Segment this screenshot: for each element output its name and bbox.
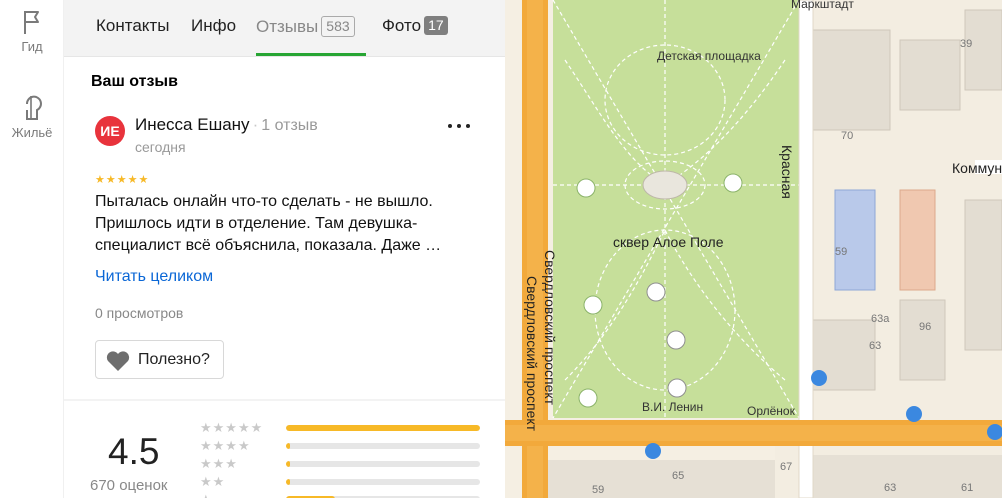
- tab-reviews[interactable]: Отзывы 583: [256, 16, 355, 37]
- house-balloon-icon: [25, 95, 42, 120]
- bus-stop-icon: [811, 370, 827, 386]
- house-number: 65: [672, 470, 685, 482]
- tab-info[interactable]: Инфо: [191, 16, 236, 36]
- rating-bar-fill: [286, 461, 290, 467]
- building: [964, 199, 1002, 351]
- rating-bar-5: [286, 425, 480, 431]
- star-row-1: ★: [200, 493, 213, 498]
- photos-count-badge: 17: [424, 16, 448, 35]
- house-number: 63: [869, 340, 882, 352]
- author-name[interactable]: Инесса Ешану: [135, 115, 250, 134]
- useful-label: Полезно?: [138, 351, 210, 368]
- rating-bar-4: [286, 443, 480, 449]
- monument-icon: [667, 378, 687, 398]
- tab-label: Контакты: [96, 16, 170, 35]
- map-view[interactable]: сквер Алое Поле Детская площадка В.И. Ле…: [505, 0, 1002, 498]
- tab-label: Отзывы: [256, 17, 319, 36]
- dot-icon: [457, 124, 461, 128]
- useful-button[interactable]: Полезно?: [95, 340, 224, 379]
- building: [804, 29, 891, 131]
- reviews-count-badge: 583: [321, 16, 355, 37]
- monument-label[interactable]: В.И. Ленин: [642, 400, 703, 414]
- dot-icon: [448, 124, 452, 128]
- dot-icon: [466, 124, 470, 128]
- orlenok-label[interactable]: Орлёнок: [747, 404, 795, 418]
- park-label[interactable]: сквер Алое Поле: [613, 234, 724, 250]
- tab-photos[interactable]: Фото 17: [382, 16, 448, 36]
- flag-icon: [24, 11, 39, 34]
- tabs-bar: Контакты Инфо Отзывы 583 Фото 17: [64, 0, 505, 57]
- krasnaya-street-label: Красная: [779, 145, 795, 199]
- bus-stop-icon: [645, 443, 661, 459]
- bus-stop-icon: [906, 406, 922, 422]
- author-reviews-count: 1 отзыв: [261, 117, 318, 134]
- star-row-5: ★★★★★: [200, 420, 264, 435]
- building: [899, 39, 961, 111]
- rating-bar-fill: [286, 479, 290, 485]
- rating-bar-3: [286, 461, 480, 467]
- rail-item-guide[interactable]: Гид: [0, 8, 64, 54]
- house-number: 67: [780, 461, 793, 473]
- my-review-card: Ваш отзыв ИЕ Инесса Ешану · 1 отзыв сегодн…: [64, 57, 505, 399]
- separator-dot: ·: [252, 115, 259, 134]
- tab-label: Инфо: [191, 16, 237, 35]
- more-options-button[interactable]: [448, 121, 472, 131]
- review-date: сегодня: [135, 139, 186, 155]
- left-rail: Гид Жильё: [0, 0, 64, 498]
- monument-icon: [666, 330, 686, 350]
- section-title: Ваш отзыв: [91, 73, 178, 90]
- read-more-link[interactable]: Читать целиком: [95, 268, 213, 286]
- fountain-plaza: [642, 170, 688, 200]
- active-tab-indicator: [256, 53, 366, 56]
- house-number: 70: [841, 130, 854, 142]
- tab-contacts[interactable]: Контакты: [96, 16, 169, 36]
- house-number: 96: [919, 321, 932, 333]
- rating-bar-2: [286, 479, 480, 485]
- star-row-4: ★★★★: [200, 438, 251, 453]
- playground-label[interactable]: Детская площадка: [657, 49, 761, 63]
- building: [899, 189, 936, 291]
- building: [899, 299, 946, 381]
- star-row-2: ★★: [200, 474, 226, 489]
- prospekt-label: Свердловский проспект: [524, 276, 540, 432]
- rating-bar-fill: [286, 443, 290, 449]
- heart-icon: [106, 351, 130, 371]
- house-number: 59: [835, 246, 848, 258]
- side-panel: Контакты Инфо Отзывы 583 Фото 17 Ваш отзыв…: [64, 0, 505, 498]
- city-block: [545, 460, 775, 498]
- house-number: 63: [884, 482, 897, 494]
- park-poi-icon: [576, 178, 596, 198]
- star-row-3: ★★★: [200, 456, 238, 471]
- views-count: 0 просмотров: [95, 305, 184, 321]
- rating-bar-fill: [286, 425, 480, 431]
- map-canvas: [505, 0, 1002, 498]
- avatar[interactable]: ИЕ: [95, 116, 125, 146]
- rating-summary: 4.5 670 оценок ★★★★★ ★★★★ ★★★ ★★ ★: [64, 401, 505, 498]
- review-stars: ★★★★★: [95, 174, 150, 186]
- review-text: Пыталась онлайн что-то сделать - не вышл…: [95, 193, 442, 254]
- building: [964, 9, 1002, 91]
- house-number: 63а: [871, 313, 890, 325]
- prospekt-label: Свердловский проспект: [542, 250, 558, 406]
- rating-count: 670 оценок: [90, 477, 168, 494]
- house-number: 61: [961, 482, 974, 494]
- rail-item-label: Гид: [21, 39, 43, 54]
- tab-label: Фото: [382, 16, 422, 35]
- house-number: 59: [592, 484, 605, 496]
- park-poi-icon: [723, 173, 743, 193]
- kommun-street-label: Коммун: [952, 160, 1002, 176]
- author-line: Инесса Ешану · 1 отзыв: [135, 115, 318, 135]
- house-number: 39: [960, 38, 973, 50]
- rail-item-label: Жильё: [11, 125, 53, 140]
- building: [834, 189, 876, 291]
- rating-value: 4.5: [108, 431, 160, 472]
- park-poi-icon: [578, 388, 598, 408]
- monument-icon: [646, 282, 666, 302]
- road: [505, 425, 1002, 441]
- park-poi-icon: [583, 295, 603, 315]
- rail-item-housing[interactable]: Жильё: [0, 92, 64, 140]
- markshtadt-street-label: Маркштадт: [791, 0, 854, 11]
